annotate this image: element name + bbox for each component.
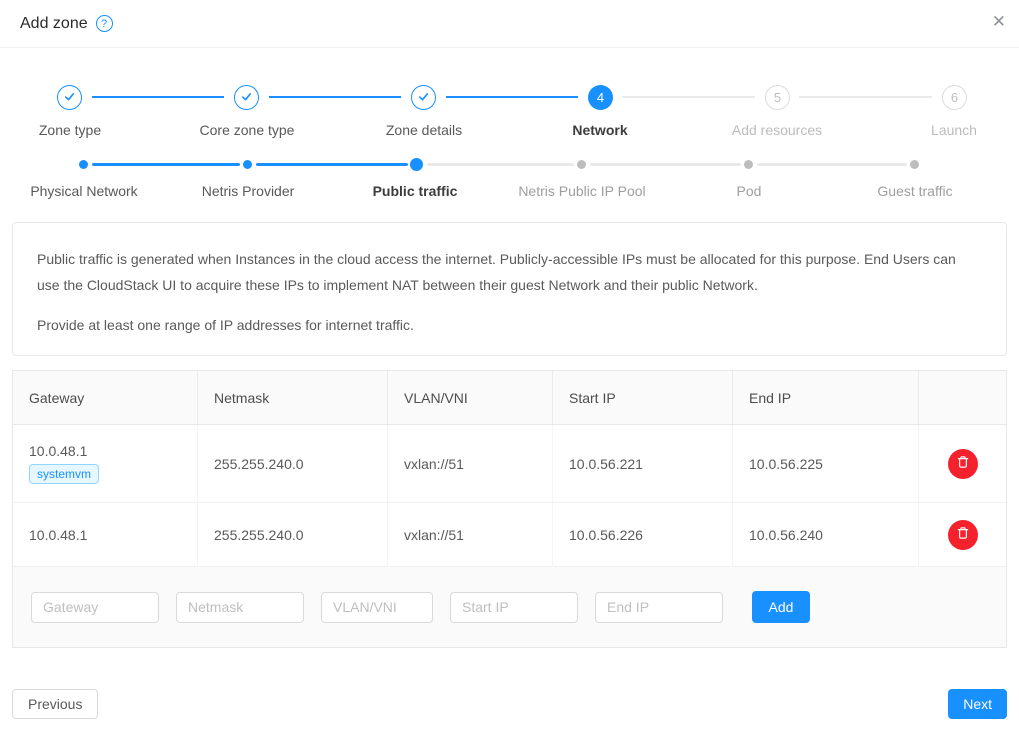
- step-add-resources: 5: [765, 85, 790, 110]
- cell-end-ip: 10.0.56.240: [733, 503, 919, 566]
- add-range-button[interactable]: Add: [752, 591, 810, 623]
- step-connector: [799, 96, 932, 98]
- trash-icon: [956, 526, 970, 543]
- substep-dot-netris-public-ip-pool: [577, 160, 586, 169]
- close-icon[interactable]: ✕: [992, 13, 1006, 30]
- column-header-vlan: VLAN/VNI: [388, 371, 553, 424]
- ip-range-table: Gateway Netmask VLAN/VNI Start IP End IP…: [12, 370, 1007, 648]
- step-launch: 6: [942, 85, 967, 110]
- public-traffic-description: Public traffic is generated when Instanc…: [12, 222, 1007, 356]
- step-label: Network: [500, 122, 700, 138]
- step-number: 5: [774, 90, 781, 105]
- description-paragraph: Public traffic is generated when Instanc…: [37, 246, 982, 298]
- next-button[interactable]: Next: [948, 689, 1007, 719]
- delete-range-button[interactable]: [948, 520, 978, 550]
- start-ip-input[interactable]: [450, 592, 578, 623]
- substep-connector: [92, 163, 240, 166]
- check-icon: [62, 89, 77, 107]
- check-icon: [416, 89, 431, 107]
- cell-actions: [919, 425, 1006, 502]
- substep-dot-pod: [744, 160, 753, 169]
- description-paragraph: Provide at least one range of IP address…: [37, 312, 982, 338]
- substep-connector: [256, 163, 408, 166]
- substep-connector: [757, 163, 907, 166]
- cell-actions: [919, 503, 1006, 566]
- cell-start-ip: 10.0.56.221: [553, 425, 733, 502]
- page-title: Add zone: [20, 15, 88, 33]
- cell-netmask: 255.255.240.0: [198, 425, 388, 502]
- cell-gateway: 10.0.48.1 systemvm: [13, 425, 198, 502]
- gateway-input[interactable]: [31, 592, 159, 623]
- column-header-netmask: Netmask: [198, 371, 388, 424]
- substep-label: Guest traffic: [805, 183, 1019, 199]
- previous-button[interactable]: Previous: [12, 689, 98, 719]
- vlan-input[interactable]: [321, 592, 433, 623]
- step-connector: [622, 96, 755, 98]
- cell-netmask: 255.255.240.0: [198, 503, 388, 566]
- column-header-gateway: Gateway: [13, 371, 198, 424]
- help-icon[interactable]: ?: [96, 15, 113, 32]
- step-zone-details: [411, 85, 436, 110]
- cell-start-ip: 10.0.56.226: [553, 503, 733, 566]
- table-header-row: Gateway Netmask VLAN/VNI Start IP End IP: [13, 371, 1006, 425]
- substep-dot-netris-provider: [243, 160, 252, 169]
- step-number: 4: [597, 90, 604, 105]
- table-row: 10.0.48.1 systemvm 255.255.240.0 vxlan:/…: [13, 425, 1006, 503]
- table-row: 10.0.48.1 255.255.240.0 vxlan://51 10.0.…: [13, 503, 1006, 567]
- substep-dot-public-traffic: [410, 158, 423, 171]
- step-label: Core zone type: [147, 122, 347, 138]
- cell-vlan: vxlan://51: [388, 425, 553, 502]
- step-connector: [446, 96, 578, 98]
- substep-connector: [427, 163, 574, 166]
- add-range-form: Add: [13, 567, 1006, 647]
- trash-icon: [956, 455, 970, 472]
- substep-connector: [590, 163, 741, 166]
- delete-range-button[interactable]: [948, 449, 978, 479]
- modal-header: Add zone ? ✕: [0, 0, 1019, 48]
- check-icon: [239, 89, 254, 107]
- step-label: Zone type: [0, 122, 170, 138]
- step-core-zone-type: [234, 85, 259, 110]
- step-number: 6: [951, 90, 958, 105]
- column-header-start-ip: Start IP: [553, 371, 733, 424]
- column-header-end-ip: End IP: [733, 371, 919, 424]
- substep-dot-guest-traffic: [910, 160, 919, 169]
- step-network: 4: [588, 85, 613, 110]
- cell-end-ip: 10.0.56.225: [733, 425, 919, 502]
- column-header-actions: [919, 371, 1006, 424]
- step-label: Launch: [854, 122, 1019, 138]
- cell-vlan: vxlan://51: [388, 503, 553, 566]
- systemvm-badge: systemvm: [29, 464, 99, 484]
- cell-gateway: 10.0.48.1: [13, 503, 198, 566]
- step-label: Zone details: [324, 122, 524, 138]
- end-ip-input[interactable]: [595, 592, 723, 623]
- netmask-input[interactable]: [176, 592, 304, 623]
- substep-dot-physical-network: [79, 160, 88, 169]
- step-connector: [269, 96, 401, 98]
- step-zone-type: [57, 85, 82, 110]
- gateway-value: 10.0.48.1: [29, 443, 181, 459]
- step-label: Add resources: [677, 122, 877, 138]
- step-connector: [92, 96, 224, 98]
